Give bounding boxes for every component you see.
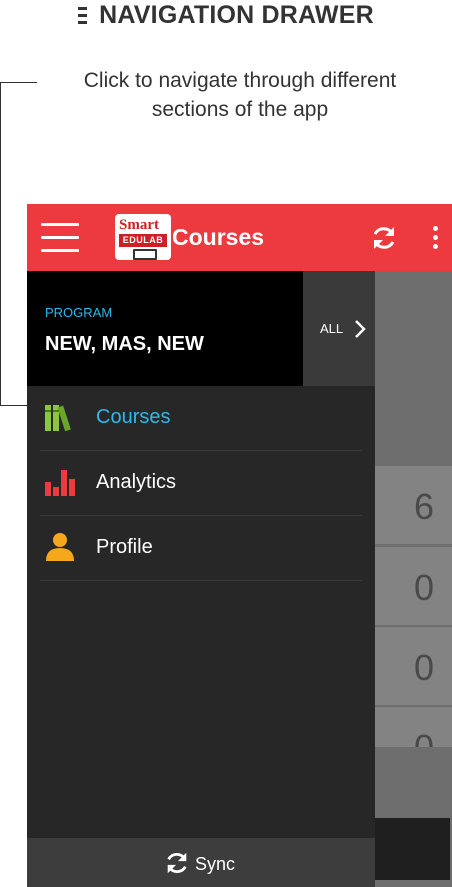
- navigation-drawer: PROGRAM NEW, MAS, NEW ALL Courses Analyt…: [27, 271, 375, 887]
- sync-label: Sync: [195, 854, 236, 874]
- callout-line: [0, 82, 37, 83]
- background-value: 0: [413, 647, 434, 688]
- books-icon: [45, 405, 71, 432]
- caption: Click to navigate through different sect…: [40, 66, 440, 124]
- program-value: NEW, MAS, NEW: [45, 333, 204, 355]
- all-label: ALL: [320, 321, 344, 336]
- app-bar: Smart EDULAB Courses: [27, 204, 452, 271]
- all-programs-button[interactable]: ALL: [303, 271, 375, 386]
- page-heading: NAVIGATION DRAWER: [0, 0, 452, 30]
- logo-text-edulab: EDULAB: [119, 234, 167, 247]
- person-icon: [46, 533, 74, 561]
- program-label: PROGRAM: [45, 305, 113, 320]
- logo-text-smart: Smart: [119, 217, 159, 233]
- app-logo: Smart EDULAB: [115, 214, 171, 260]
- overflow-menu-icon[interactable]: [431, 226, 439, 250]
- heading-title: NAVIGATION DRAWER: [99, 0, 374, 29]
- program-selector[interactable]: PROGRAM NEW, MAS, NEW: [27, 271, 303, 386]
- callout-bracket: [0, 82, 30, 406]
- caption-line-2: sections of the app: [151, 98, 329, 121]
- app-title: Courses: [172, 224, 265, 250]
- background-value: 6: [413, 486, 434, 527]
- monitor-icon: [133, 249, 157, 260]
- chevron-right-icon: [355, 320, 366, 338]
- hamburger-menu-icon[interactable]: [41, 221, 79, 255]
- drawer-item-profile[interactable]: Profile: [40, 516, 362, 581]
- menu-dots-icon: [78, 6, 88, 24]
- drawer-item-label: Profile: [96, 536, 153, 558]
- bar-chart-icon: [45, 470, 75, 496]
- phone-screen: 6 0 0 0 Smart EDULAB Courses PR: [27, 204, 452, 887]
- caption-line-1: Click to navigate through different: [83, 69, 397, 92]
- refresh-icon[interactable]: [370, 224, 398, 252]
- drawer-item-courses[interactable]: Courses: [40, 386, 362, 451]
- background-value: 0: [414, 727, 434, 747]
- drawer-item-analytics[interactable]: Analytics: [40, 451, 362, 516]
- drawer-item-label: Analytics: [96, 471, 177, 493]
- sync-button[interactable]: Sync: [27, 838, 375, 887]
- drawer-item-label: Courses: [96, 406, 171, 428]
- sync-icon: [167, 852, 187, 874]
- background-value: 0: [413, 567, 434, 608]
